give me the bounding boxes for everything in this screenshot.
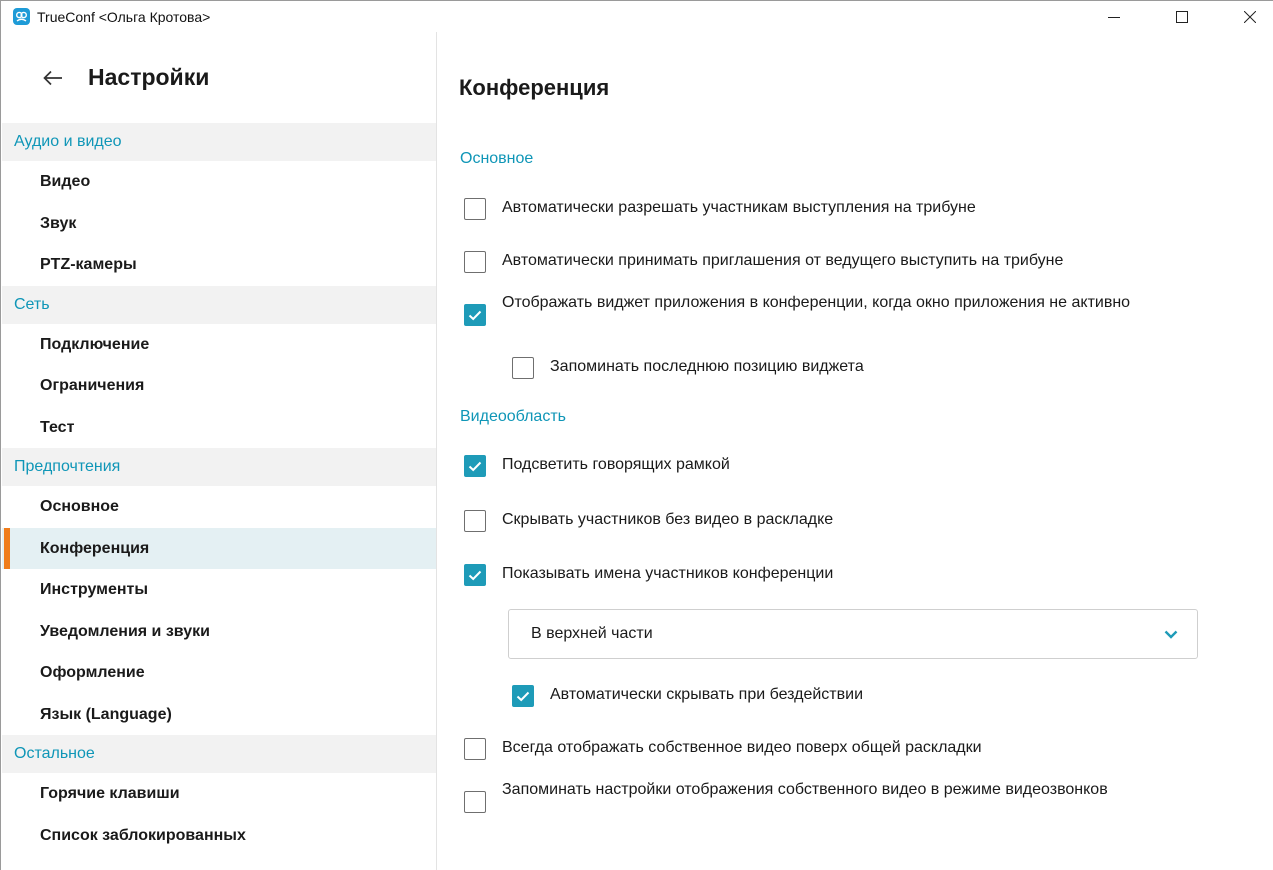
trueconf-logo-icon [13, 8, 30, 25]
window-title: TrueConf <Ольга Кротова> [37, 8, 211, 25]
sidebar-item-conference[interactable]: Конференция [2, 527, 436, 569]
option-row[interactable]: Подсветить говорящих рамкой [464, 455, 730, 477]
sidebar-item-notifications[interactable]: Уведомления и звуки [2, 611, 436, 653]
option-label: Показывать имена участников конференции [502, 565, 834, 582]
minimize-button[interactable] [1091, 1, 1137, 32]
sidebar-item-ptz-cameras[interactable]: PTZ-камеры [2, 244, 436, 286]
sidebar-item-limits[interactable]: Ограничения [2, 365, 436, 407]
sidebar-item-connection[interactable]: Подключение [2, 324, 436, 366]
self-view-on-top-checkbox[interactable] [464, 738, 486, 760]
close-icon [1244, 10, 1256, 23]
option-label: Запоминать последнюю позицию виджета [550, 358, 864, 375]
settings-content: Конференция Основное Автоматически разре… [438, 32, 1273, 870]
auto-accept-invite-checkbox[interactable] [464, 251, 486, 273]
title-bar: TrueConf <Ольга Кротова> [1, 1, 1273, 32]
settings-sidebar: Настройки Аудио и видео Видео Звук PTZ-к… [2, 32, 437, 870]
option-label: Запоминать настройки отображения собстве… [502, 781, 1108, 798]
sidebar-item-tools[interactable]: Инструменты [2, 569, 436, 611]
option-row[interactable]: Автоматически разрешать участникам высту… [464, 198, 976, 220]
option-row[interactable]: Запоминать последнюю позицию виджета [512, 357, 864, 379]
sidebar-title: Настройки [88, 64, 210, 90]
option-row[interactable]: Автоматически скрывать при бездействии [512, 685, 863, 707]
sidebar-item-hotkeys[interactable]: Горячие клавиши [2, 773, 436, 815]
highlight-speakers-checkbox[interactable] [464, 455, 486, 477]
option-row[interactable]: Скрывать участников без видео в раскладк… [464, 510, 833, 532]
minimize-icon [1108, 16, 1120, 18]
checkmark-icon [516, 691, 530, 701]
section-preferences: Предпочтения [2, 448, 436, 486]
option-label: Автоматически принимать приглашения от в… [502, 252, 1064, 269]
group-basic-header: Основное [460, 150, 534, 167]
auto-hide-names-checkbox[interactable] [512, 685, 534, 707]
chevron-down-icon [1161, 624, 1181, 644]
sidebar-item-general[interactable]: Основное [2, 486, 436, 528]
option-row[interactable]: Всегда отображать собственное видео пове… [464, 738, 982, 760]
window-controls [1091, 1, 1273, 32]
name-position-select[interactable]: В верхней части [508, 609, 1198, 659]
sidebar-item-blocked-list[interactable]: Список заблокированных [2, 815, 436, 857]
option-label: Всегда отображать собственное видео пове… [502, 739, 982, 756]
option-row[interactable]: Автоматически принимать приглашения от в… [464, 251, 1063, 273]
option-row[interactable]: Запоминать настройки отображения собстве… [464, 780, 1122, 813]
checkmark-icon [468, 310, 482, 320]
maximize-button[interactable] [1159, 1, 1205, 32]
option-row[interactable]: Отображать виджет приложения в конференц… [464, 293, 1234, 326]
option-label: Скрывать участников без видео в раскладк… [502, 511, 834, 528]
arrow-left-icon [43, 70, 62, 85]
hide-no-video-checkbox[interactable] [464, 510, 486, 532]
checkmark-icon [468, 570, 482, 580]
sidebar-item-test[interactable]: Тест [2, 407, 436, 449]
option-label: Автоматически скрывать при бездействии [550, 686, 864, 703]
section-audio-video: Аудио и видео [2, 123, 436, 161]
sidebar-item-sound[interactable]: Звук [2, 203, 436, 245]
back-button[interactable] [38, 63, 68, 93]
sidebar-item-language[interactable]: Язык (Language) [2, 694, 436, 736]
sidebar-header: Настройки [2, 32, 436, 123]
page-title: Конференция [459, 75, 610, 100]
close-button[interactable] [1227, 1, 1273, 32]
remember-self-view-checkbox[interactable] [464, 791, 486, 813]
show-widget-checkbox[interactable] [464, 304, 486, 326]
sidebar-item-video[interactable]: Видео [2, 161, 436, 203]
app-window: TrueConf <Ольга Кротова> Настройки Аудио… [0, 0, 1273, 870]
section-network: Сеть [2, 285, 436, 324]
maximize-icon [1176, 10, 1188, 23]
auto-allow-podium-checkbox[interactable] [464, 198, 486, 220]
section-other: Остальное [2, 735, 436, 773]
remember-widget-position-checkbox[interactable] [512, 357, 534, 379]
sidebar-item-appearance[interactable]: Оформление [2, 652, 436, 694]
group-video-header: Видеообласть [460, 408, 566, 425]
show-names-checkbox[interactable] [464, 564, 486, 586]
option-label: Автоматически разрешать участникам высту… [502, 199, 976, 216]
checkmark-icon [468, 461, 482, 471]
option-label: Подсветить говорящих рамкой [502, 456, 730, 473]
option-label: Отображать виджет приложения в конференц… [502, 294, 1131, 311]
option-row[interactable]: Показывать имена участников конференции [464, 564, 833, 586]
name-position-value: В верхней части [531, 625, 653, 642]
